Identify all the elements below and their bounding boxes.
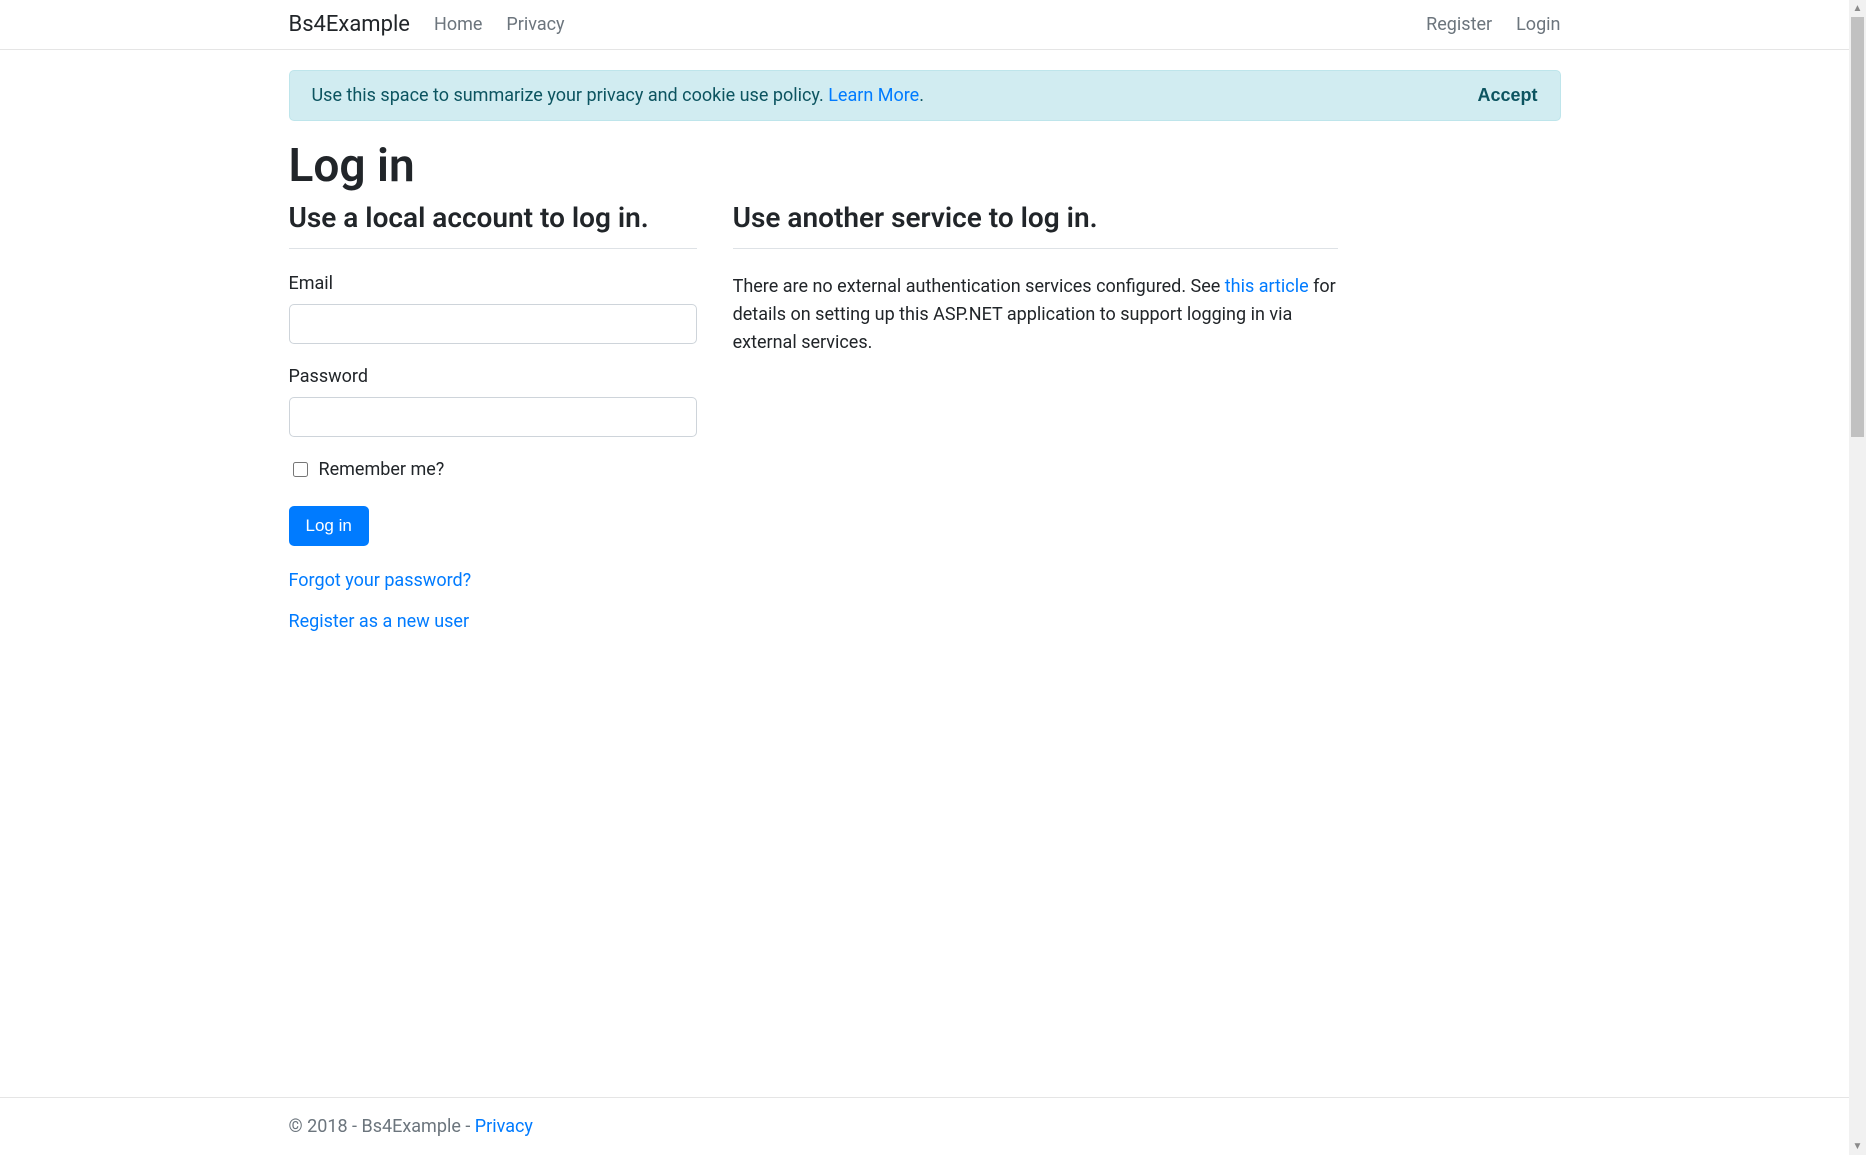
accept-button[interactable]: Accept [1477,85,1537,106]
remember-me-label[interactable]: Remember me? [319,459,445,480]
register-new-user-link[interactable]: Register as a new user [289,611,697,632]
local-heading-rule [289,248,697,249]
forgot-password-link[interactable]: Forgot your password? [289,570,697,591]
nav-home-link[interactable]: Home [434,14,482,35]
learn-more-link[interactable]: Learn More [828,85,919,106]
login-button[interactable]: Log in [289,506,369,546]
password-label: Password [289,366,697,387]
local-heading: Use a local account to log in. [289,201,697,234]
external-login-section: Use another service to log in. There are… [715,201,1338,652]
cookie-consent-text: Use this space to summarize your privacy… [312,85,924,106]
main-container: Use this space to summarize your privacy… [265,50,1585,1057]
external-text-prefix: There are no external authentication ser… [733,276,1225,297]
footer: © 2018 - Bs4Example - Privacy [0,1097,1849,1155]
footer-text: © 2018 - Bs4Example - [289,1116,475,1137]
email-label: Email [289,273,697,294]
footer-privacy-link[interactable]: Privacy [475,1116,533,1137]
external-description: There are no external authentication ser… [733,273,1338,357]
external-heading: Use another service to log in. [733,201,1338,234]
brand-link[interactable]: Bs4Example [289,12,410,37]
email-input[interactable] [289,304,697,344]
navbar: Bs4Example Home Privacy Register Login [0,0,1849,50]
vertical-scrollbar[interactable]: ▲ ▼ [1849,0,1866,1155]
page-title: Log in [289,139,1561,193]
login-row: Use a local account to log in. Email Pas… [289,201,1561,652]
scroll-down-arrow-icon[interactable]: ▼ [1849,1138,1866,1155]
local-account-section: Use a local account to log in. Email Pas… [289,201,715,652]
external-article-link[interactable]: this article [1225,276,1309,297]
login-form: Email Password Remember me? Log in Forgo… [289,273,697,632]
password-input[interactable] [289,397,697,437]
cookie-consent-prefix: Use this space to summarize your privacy… [312,85,829,106]
nav-login-link[interactable]: Login [1516,14,1560,35]
scroll-up-arrow-icon[interactable]: ▲ [1849,0,1866,17]
remember-me-checkbox[interactable] [293,462,308,477]
scrollbar-thumb[interactable] [1851,17,1864,437]
external-heading-rule [733,248,1338,249]
nav-privacy-link[interactable]: Privacy [506,14,564,35]
cookie-consent-alert: Use this space to summarize your privacy… [289,70,1561,121]
cookie-consent-suffix: . [919,85,924,106]
nav-register-link[interactable]: Register [1426,14,1492,35]
